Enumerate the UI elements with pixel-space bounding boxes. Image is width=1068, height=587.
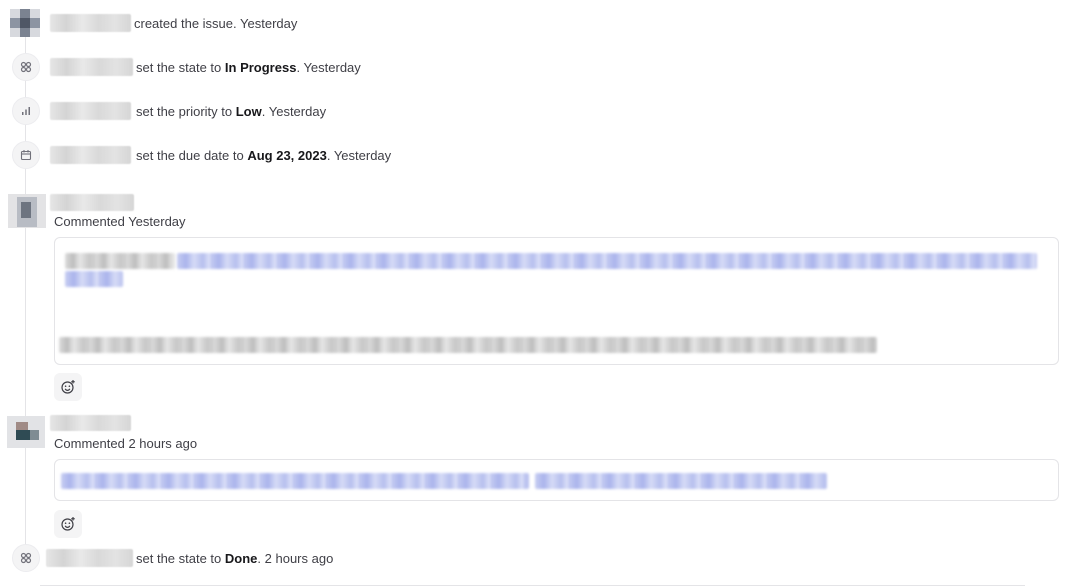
calendar-icon — [12, 141, 40, 169]
activity-action: set the due date to — [136, 147, 244, 163]
redacted-text — [59, 337, 877, 353]
activity-state-change: set the state to In Progress. Yesterday — [50, 58, 361, 76]
commenter-avatar[interactable] — [8, 194, 46, 228]
comment-time: Yesterday — [128, 214, 186, 229]
activity-value: In Progress — [224, 59, 297, 75]
redacted-link — [61, 473, 529, 489]
activity-value: Low — [235, 103, 262, 119]
user-name-redacted[interactable] — [50, 102, 131, 120]
comment-body[interactable] — [54, 237, 1059, 365]
activity-priority-change: set the priority to Low. Yesterday — [50, 102, 326, 120]
divider — [40, 585, 1025, 586]
comment-meta: Commented 2 hours ago — [54, 436, 197, 451]
activity-action: set the priority to — [136, 103, 233, 119]
activity-action: created the issue. — [134, 15, 237, 31]
activity-time: Yesterday — [303, 59, 361, 75]
creator-avatar[interactable] — [10, 9, 40, 37]
comment-label: Commented — [54, 214, 125, 229]
user-name-redacted[interactable] — [50, 58, 133, 76]
commenter-name-redacted[interactable] — [50, 194, 134, 211]
redacted-text — [65, 253, 175, 269]
redacted-link — [177, 253, 1037, 269]
emoji-plus-icon — [61, 380, 75, 394]
comment-body[interactable] — [54, 459, 1059, 501]
comment-time: 2 hours ago — [128, 436, 198, 451]
activity-due-date-change: set the due date to Aug 23, 2023. Yester… — [50, 146, 391, 164]
user-name-redacted[interactable] — [46, 549, 133, 567]
comment-meta: Commented Yesterday — [54, 214, 186, 229]
state-icon — [12, 544, 40, 572]
user-name-redacted[interactable] — [50, 146, 131, 164]
activity-action: set the state to — [136, 59, 222, 75]
activity-value: Done — [224, 550, 258, 566]
activity-state-change: set the state to Done. 2 hours ago — [46, 549, 333, 567]
activity-time: Yesterday — [333, 147, 392, 163]
redacted-link — [65, 271, 123, 287]
activity-created: created the issue. Yesterday — [50, 14, 297, 32]
state-icon — [12, 53, 40, 81]
emoji-plus-icon — [61, 517, 75, 531]
activity-value: Aug 23, 2023 — [247, 147, 327, 163]
commenter-avatar[interactable] — [7, 416, 45, 448]
add-reaction-button[interactable] — [54, 510, 82, 538]
priority-bars-icon — [12, 97, 40, 125]
user-name-redacted[interactable] — [50, 14, 131, 32]
add-reaction-button[interactable] — [54, 373, 82, 401]
activity-time: Yesterday — [240, 15, 298, 31]
commenter-name-redacted[interactable] — [50, 415, 131, 431]
comment-label: Commented — [54, 436, 125, 451]
activity-time: Yesterday — [268, 103, 327, 119]
activity-action: set the state to — [136, 550, 222, 566]
activity-time: 2 hours ago — [264, 550, 334, 566]
redacted-link — [535, 473, 827, 489]
